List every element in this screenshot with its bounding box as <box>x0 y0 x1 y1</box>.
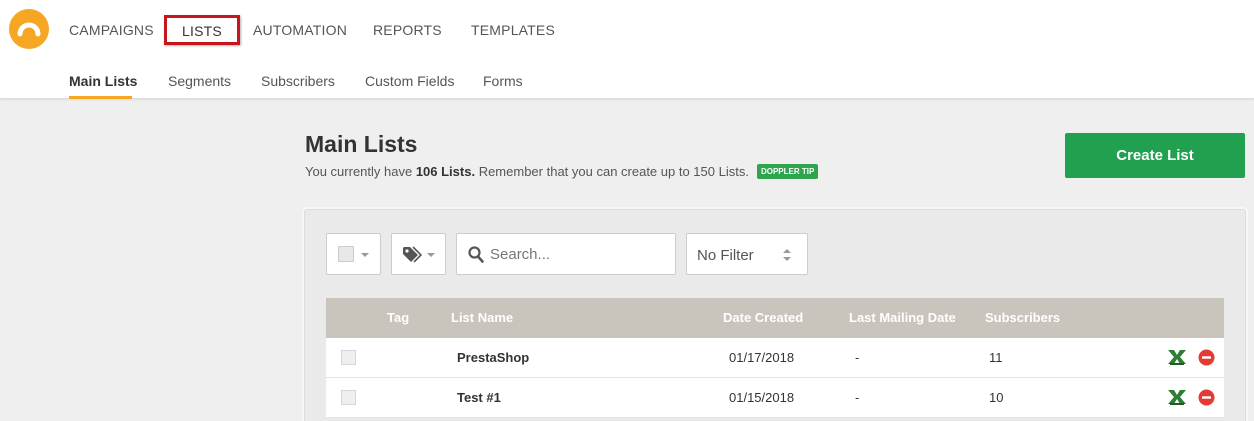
nav-templates[interactable]: TEMPLATES <box>471 22 555 38</box>
nav-reports[interactable]: REPORTS <box>373 22 442 38</box>
table-row[interactable]: Test #1 01/15/2018 - 10 <box>326 378 1224 418</box>
table-header: Tag List Name Date Created Last Mailing … <box>326 298 1224 338</box>
subnav-forms[interactable]: Forms <box>483 73 523 89</box>
filter-value: No Filter <box>697 247 754 264</box>
subnav-segments[interactable]: Segments <box>168 73 231 89</box>
subscriber-count: 11 <box>989 350 1003 365</box>
select-all-dropdown[interactable] <box>326 233 381 275</box>
excel-icon[interactable] <box>1166 348 1188 366</box>
col-last-mailing[interactable]: Last Mailing Date <box>849 310 956 325</box>
page-title: Main Lists <box>305 131 418 157</box>
date-created: 01/15/2018 <box>729 390 795 405</box>
delete-icon[interactable] <box>1198 349 1215 366</box>
col-subscribers[interactable]: Subscribers <box>985 310 1060 325</box>
filter-select[interactable]: No Filter <box>686 233 808 275</box>
doppler-tip-badge[interactable]: DOPPLER TIP <box>756 164 819 179</box>
desc-prefix: You currently have <box>305 164 416 179</box>
search-box[interactable] <box>456 233 676 275</box>
col-list-name[interactable]: List Name <box>451 310 513 325</box>
desc-suffix: Remember that you can create up to 150 L… <box>475 164 749 179</box>
row-checkbox[interactable] <box>341 390 356 405</box>
col-date-created[interactable]: Date Created <box>723 310 803 325</box>
list-name[interactable]: Test #1 <box>457 390 501 405</box>
logo-icon[interactable] <box>9 9 49 49</box>
top-header: CAMPAIGNS LISTS AUTOMATION REPORTS TEMPL… <box>0 0 1254 99</box>
list-name[interactable]: PrestaShop <box>457 350 529 365</box>
excel-icon[interactable] <box>1166 388 1188 406</box>
page-description: You currently have 106 Lists. Remember t… <box>305 164 819 179</box>
subnav-main-lists[interactable]: Main Lists <box>69 73 137 89</box>
tag-dropdown[interactable] <box>391 233 446 275</box>
create-list-button[interactable]: Create List <box>1065 133 1245 178</box>
subnav-subscribers[interactable]: Subscribers <box>261 73 335 89</box>
search-input[interactable] <box>490 242 670 266</box>
search-icon <box>468 246 484 263</box>
table-row[interactable]: PrestaShop 01/17/2018 - 11 <box>326 338 1224 378</box>
tag-icon <box>403 246 422 263</box>
date-created: 01/17/2018 <box>729 350 795 365</box>
desc-count: 106 Lists. <box>415 164 476 179</box>
nav-automation[interactable]: AUTOMATION <box>253 22 347 38</box>
nav-lists[interactable]: LISTS <box>164 15 240 45</box>
nav-campaigns[interactable]: CAMPAIGNS <box>69 22 154 38</box>
select-all-checkbox[interactable] <box>338 246 354 262</box>
updown-icon <box>783 249 791 261</box>
subnav-custom-fields[interactable]: Custom Fields <box>365 73 454 89</box>
col-tag[interactable]: Tag <box>387 310 409 325</box>
subscriber-count: 10 <box>989 390 1004 405</box>
chevron-down-icon <box>361 253 369 257</box>
row-checkbox[interactable] <box>341 350 356 365</box>
last-mailing-date: - <box>855 350 860 365</box>
active-tab-underline <box>69 96 132 99</box>
delete-icon[interactable] <box>1198 389 1215 406</box>
chevron-down-icon <box>427 253 435 257</box>
last-mailing-date: - <box>855 390 860 405</box>
